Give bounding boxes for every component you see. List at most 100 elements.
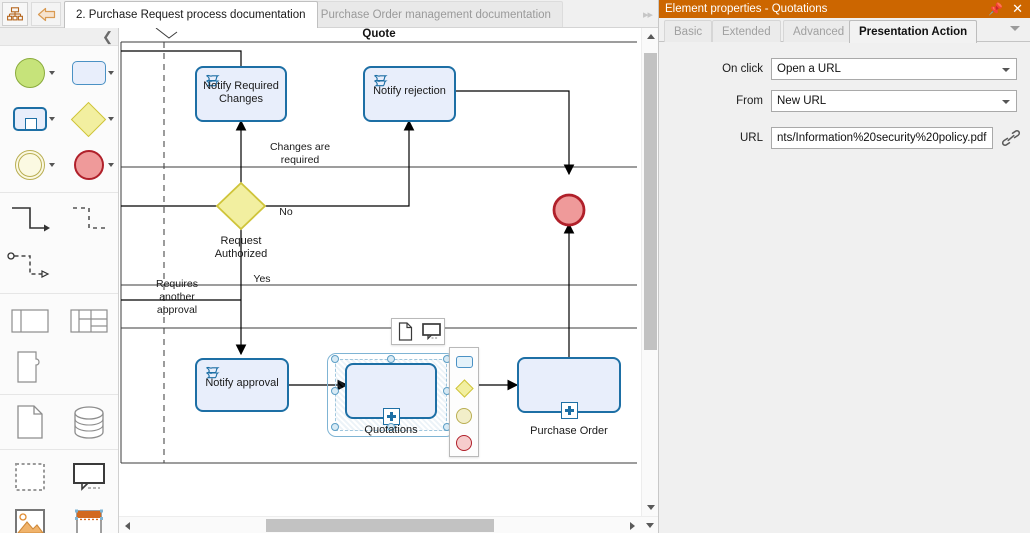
palette-item-selection-frame[interactable] bbox=[0, 454, 59, 500]
select-from[interactable]: New URL bbox=[771, 90, 1017, 112]
palette-item-sequence-flow[interactable] bbox=[0, 197, 59, 243]
diagram-canvas[interactable]: Quote Notify Required Changes Notify rej… bbox=[119, 28, 658, 533]
canvas-horizontal-scrollbar[interactable] bbox=[119, 516, 658, 533]
context-toolbar-side[interactable] bbox=[449, 347, 479, 457]
palette-item-group[interactable] bbox=[0, 344, 59, 390]
palette-item-association[interactable] bbox=[59, 197, 118, 243]
pin-icon[interactable]: 📌 bbox=[988, 2, 1003, 16]
resize-handle-s[interactable] bbox=[387, 423, 395, 431]
pool-icon bbox=[10, 309, 49, 333]
palette-item-data-object[interactable] bbox=[0, 399, 59, 445]
resize-handle-w[interactable] bbox=[331, 387, 339, 395]
edge-label-changes-required: Changes are required bbox=[269, 141, 331, 166]
red-circle-icon bbox=[456, 434, 472, 451]
chevron-down-icon[interactable] bbox=[1002, 100, 1010, 104]
subprocess-purchase-order[interactable] bbox=[517, 357, 621, 419]
ctx-task-tool[interactable] bbox=[450, 348, 478, 375]
arrow-left-icon bbox=[125, 521, 130, 530]
palette-item-pool[interactable] bbox=[0, 298, 59, 344]
ctx-intermediate-event-tool[interactable] bbox=[450, 402, 478, 429]
select-on-click[interactable]: Open a URL bbox=[771, 58, 1017, 80]
expand-subprocess-marker[interactable] bbox=[561, 402, 578, 419]
palette-item-start-event[interactable] bbox=[0, 50, 59, 96]
palette-item-lane-grid[interactable] bbox=[59, 298, 118, 344]
label-from: From bbox=[736, 95, 763, 107]
palette-item-text-annotation[interactable] bbox=[59, 454, 118, 500]
double-circle-icon bbox=[14, 150, 45, 180]
context-toolbar-top[interactable] bbox=[391, 318, 445, 345]
vertical-scroll-thumb[interactable] bbox=[644, 53, 657, 350]
chevron-down-icon[interactable] bbox=[49, 163, 55, 167]
diagram-view-button[interactable] bbox=[2, 2, 28, 26]
url-input-value: nts/Information%20security%20policy.pdf bbox=[777, 132, 987, 144]
org-chart-icon bbox=[7, 6, 23, 20]
resize-handle-n[interactable] bbox=[387, 355, 395, 363]
script-task-icon bbox=[205, 366, 220, 379]
task-notify-required-changes[interactable] bbox=[195, 66, 287, 122]
tab-presentation-action[interactable]: Presentation Action bbox=[849, 20, 978, 43]
resize-handle-nw[interactable] bbox=[331, 355, 339, 363]
dashed-elbow-icon bbox=[72, 207, 107, 229]
task-notify-approval[interactable] bbox=[195, 358, 289, 412]
chevron-down-icon[interactable] bbox=[108, 163, 114, 167]
ctx-text-annotation-tool[interactable] bbox=[418, 319, 444, 344]
palette-item-end-event[interactable] bbox=[59, 142, 118, 188]
horizontal-scroll-thumb[interactable] bbox=[266, 519, 494, 532]
scroll-up-button[interactable] bbox=[642, 28, 658, 45]
properties-title-text: Element properties - Quotations bbox=[665, 3, 828, 15]
scroll-right-button[interactable] bbox=[624, 517, 641, 533]
palette-group-pools-lanes bbox=[0, 294, 118, 395]
tab-extended[interactable]: Extended bbox=[712, 20, 781, 42]
gateway-request-authorized bbox=[215, 181, 267, 231]
chevron-down-icon[interactable] bbox=[108, 71, 114, 75]
element-properties-panel: Element properties - Quotations 📌 ✕ Basi… bbox=[658, 0, 1030, 533]
dashed-message-arrow-icon bbox=[6, 252, 49, 278]
label-on-click: On click bbox=[722, 63, 763, 75]
arrow-down-icon bbox=[645, 523, 654, 528]
url-input[interactable]: nts/Information%20security%20policy.pdf bbox=[771, 127, 993, 149]
chevron-left-icon[interactable]: ❮ bbox=[102, 29, 113, 45]
document-tab-bar: 2. Purchase Request process documentatio… bbox=[0, 0, 658, 28]
chevron-down-icon[interactable] bbox=[49, 117, 55, 121]
resize-handle-sw[interactable] bbox=[331, 423, 339, 431]
scroll-down-button[interactable] bbox=[642, 499, 658, 516]
palette-item-image[interactable] bbox=[0, 500, 59, 533]
chevron-down-icon[interactable] bbox=[1010, 26, 1020, 31]
ctx-data-object-tool[interactable] bbox=[392, 319, 418, 344]
palette-item-container[interactable] bbox=[59, 500, 118, 533]
tab-purchase-request-process[interactable]: 2. Purchase Request process documentatio… bbox=[64, 1, 318, 28]
palette-item-message-flow[interactable] bbox=[0, 243, 59, 289]
field-row-url: URL nts/Information%20security%20policy.… bbox=[659, 127, 1030, 149]
ctx-gateway-tool[interactable] bbox=[450, 375, 478, 402]
task-notify-rejection[interactable] bbox=[363, 66, 456, 122]
tab-basic[interactable]: Basic bbox=[664, 20, 713, 42]
palette-item-intermediate-event[interactable] bbox=[0, 142, 59, 188]
diagram-surface[interactable]: Quote Notify Required Changes Notify rej… bbox=[119, 28, 639, 515]
chevron-down-icon[interactable] bbox=[49, 71, 55, 75]
rounded-rect-icon bbox=[71, 61, 106, 85]
chevron-down-icon[interactable] bbox=[108, 117, 114, 121]
properties-title-bar: Element properties - Quotations 📌 ✕ bbox=[659, 0, 1030, 18]
tab-advanced[interactable]: Advanced bbox=[783, 20, 855, 42]
ctx-end-event-tool[interactable] bbox=[450, 429, 478, 456]
subprocess-quotations[interactable] bbox=[345, 363, 437, 425]
chevron-down-icon[interactable] bbox=[1002, 68, 1010, 72]
label-url: URL bbox=[739, 132, 763, 144]
palette-item-task[interactable] bbox=[59, 50, 118, 96]
scroll-corner-button[interactable] bbox=[641, 517, 658, 533]
scroll-left-button[interactable] bbox=[119, 517, 136, 533]
diamond-icon bbox=[70, 101, 107, 137]
arrow-up-icon bbox=[646, 34, 655, 39]
close-icon[interactable]: ✕ bbox=[1012, 1, 1023, 16]
palette-item-data-store[interactable] bbox=[59, 399, 118, 445]
back-button[interactable] bbox=[31, 2, 61, 26]
link-icon[interactable] bbox=[1001, 129, 1021, 152]
palette-item-gateway[interactable] bbox=[59, 96, 118, 142]
tab-purchase-order-management[interactable]: 2. Purchase Order management documentati… bbox=[296, 1, 563, 27]
palette-group-data bbox=[0, 395, 118, 450]
canvas-vertical-scrollbar[interactable] bbox=[641, 28, 658, 516]
palette-header: ❮ bbox=[0, 28, 118, 46]
palette-item-subprocess[interactable] bbox=[0, 96, 59, 142]
tab-overflow-button[interactable]: ▸▸ bbox=[643, 8, 653, 21]
properties-tab-strip: Basic Extended Advanced Presentation Act… bbox=[659, 18, 1030, 43]
